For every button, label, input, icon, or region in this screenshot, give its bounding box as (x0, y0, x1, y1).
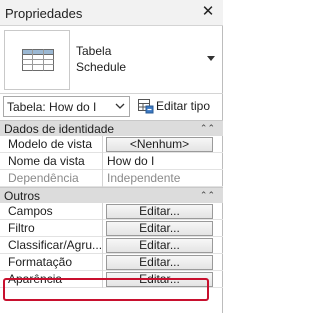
group-header-other[interactable]: Outros ⌃⌃ (0, 187, 223, 203)
group-label: Outros (4, 189, 41, 203)
dependency-value: Independente (107, 171, 181, 185)
property-row-fields: Campos Editar... (0, 203, 223, 220)
property-row-appearance: Aparência Editar... (0, 271, 223, 288)
property-row-formatting: Formatação Editar... (0, 254, 223, 271)
properties-panel: Propriedades ✕ Tabela Schedule Tabela: H… (0, 0, 223, 313)
appearance-edit-button[interactable]: Editar... (106, 272, 213, 287)
group-header-identity[interactable]: Dados de identidade ⌃⌃ (0, 120, 223, 136)
collapse-icon[interactable]: ⌃⌃ (200, 122, 215, 134)
type-name-line2: Schedule (76, 60, 127, 74)
close-icon[interactable]: ✕ (201, 4, 215, 20)
property-row-sorting: Classificar/Agru... Editar... (0, 237, 223, 254)
instance-filter-select[interactable]: Tabela: How do I (3, 96, 130, 117)
formatting-edit-button[interactable]: Editar... (106, 255, 213, 270)
type-selector[interactable]: Tabela Schedule (0, 26, 223, 94)
schedule-table-icon (22, 49, 54, 71)
fields-edit-button[interactable]: Editar... (106, 204, 213, 219)
group-label: Dados de identidade (4, 122, 115, 136)
panel-title: Propriedades (5, 6, 83, 21)
property-name: Classificar/Agru... (0, 237, 103, 254)
type-thumbnail (4, 30, 70, 90)
instance-filter-value: Tabela: How do I (7, 100, 97, 114)
property-name: Filtro (0, 220, 103, 237)
view-template-button[interactable]: <Nenhum> (106, 137, 213, 152)
properties-grid: Dados de identidade ⌃⌃ Modelo de vista <… (0, 120, 223, 288)
property-row-filter: Filtro Editar... (0, 220, 223, 237)
edit-type-label: Editar tipo (156, 99, 211, 113)
property-row-dependency: Dependência Independente (0, 170, 223, 187)
chevron-down-icon (115, 103, 125, 109)
property-row-view-template: Modelo de vista <Nenhum> (0, 136, 223, 153)
property-name: Formatação (0, 254, 103, 271)
property-name: Nome da vista (0, 153, 103, 170)
dropdown-arrow-icon[interactable] (207, 56, 215, 61)
property-name: Aparência (0, 271, 103, 288)
sorting-edit-button[interactable]: Editar... (106, 238, 213, 253)
type-name: Tabela Schedule (76, 43, 126, 75)
edit-type-button[interactable]: Editar tipo (135, 96, 221, 117)
instance-row: Tabela: How do I Editar tipo (0, 94, 223, 120)
property-row-view-name: Nome da vista How do I (0, 153, 223, 170)
property-name: Modelo de vista (0, 136, 103, 153)
type-name-line1: Tabela (76, 44, 112, 58)
edit-type-icon (138, 99, 154, 114)
panel-titlebar: Propriedades ✕ (0, 0, 223, 26)
collapse-icon[interactable]: ⌃⌃ (200, 189, 215, 201)
property-name: Campos (0, 203, 103, 220)
filter-edit-button[interactable]: Editar... (106, 221, 213, 236)
view-name-field[interactable]: How do I (104, 153, 223, 170)
property-name: Dependência (0, 170, 103, 187)
